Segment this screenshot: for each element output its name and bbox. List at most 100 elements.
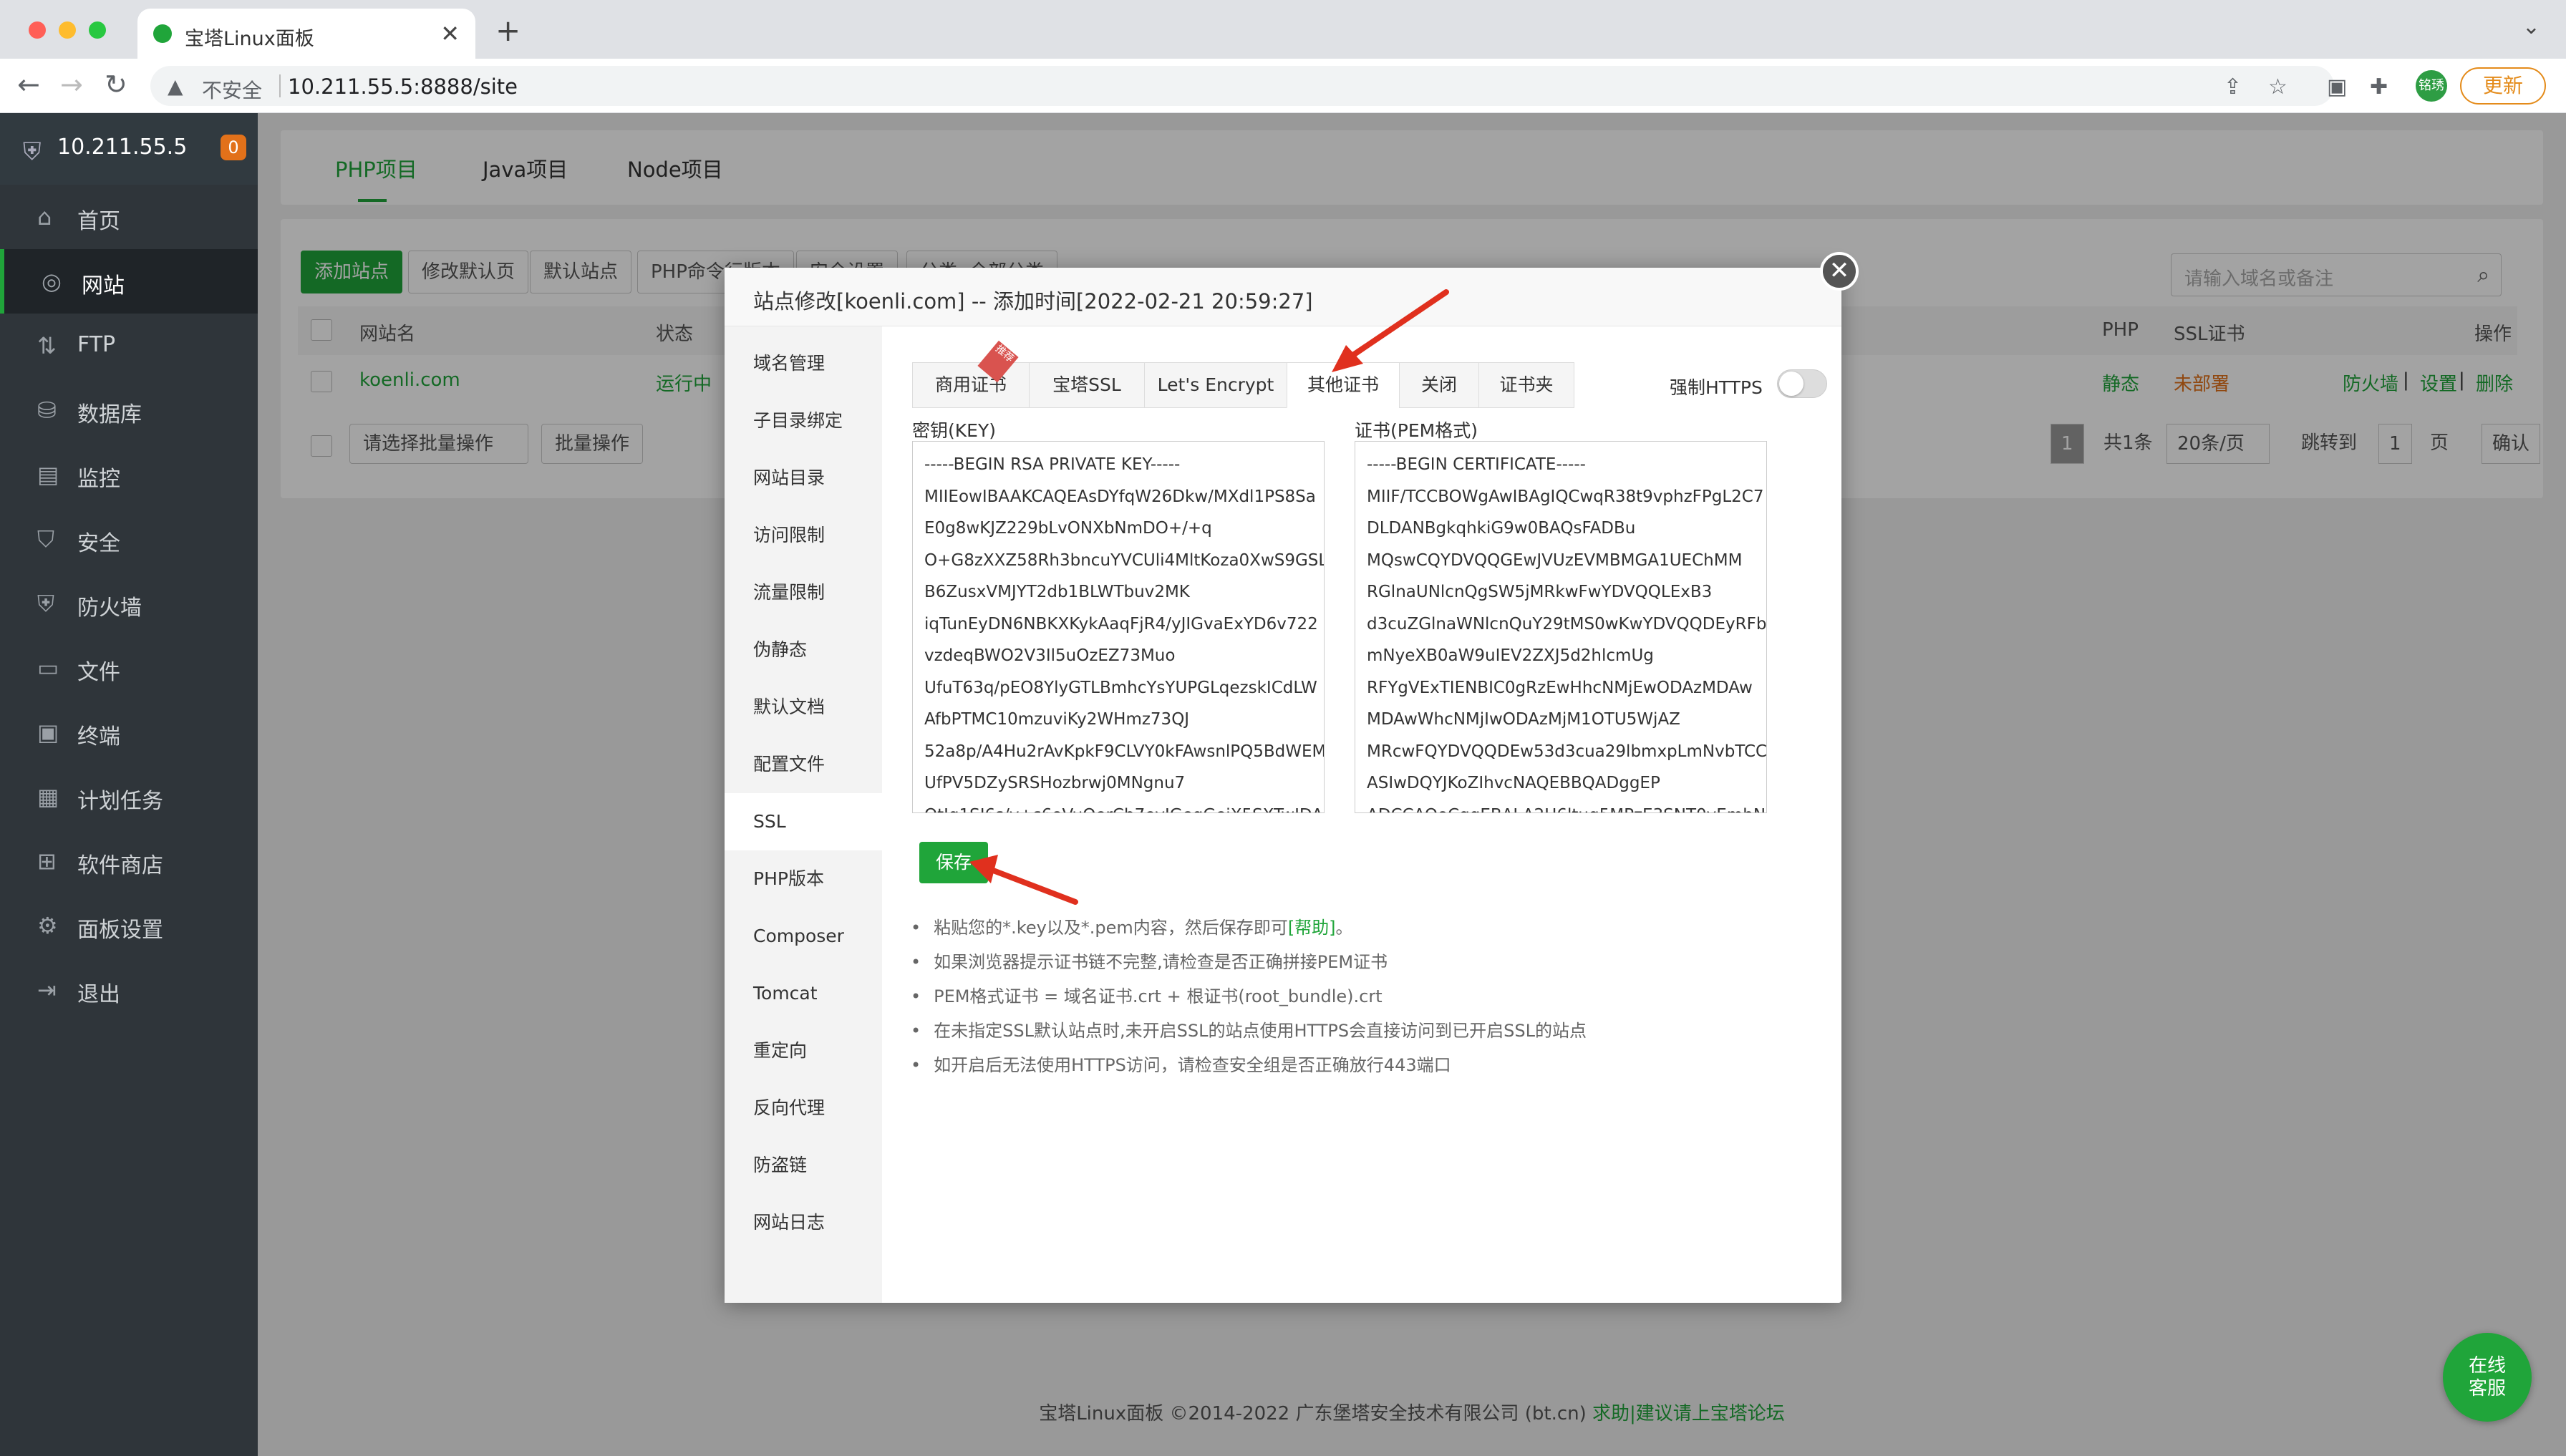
sidebar-item-store[interactable]: ⊞ 软件商店: [0, 829, 258, 893]
update-button[interactable]: 更新: [2460, 67, 2546, 105]
insecure-label[interactable]: 不安全: [202, 75, 262, 104]
sidebar-item-label: 面板设置: [77, 918, 163, 943]
browser-tab[interactable]: 宝塔Linux面板 ✕: [137, 9, 475, 59]
menu-composer[interactable]: Composer: [725, 908, 882, 965]
key-textarea[interactable]: -----BEGIN RSA PRIVATE KEY----- MIIEowIB…: [912, 441, 1325, 813]
url-text[interactable]: 10.211.55.5:8888/site: [288, 74, 518, 99]
menu-domains[interactable]: 域名管理: [725, 335, 882, 392]
bt-favicon-icon: [153, 24, 172, 43]
menu-redirect[interactable]: 重定向: [725, 1022, 882, 1079]
sidebar-item-label: 计划任务: [77, 789, 163, 814]
firewall-icon: ⛨: [37, 590, 55, 617]
shield-icon: ⛉: [37, 525, 55, 553]
browser-toolbar: ← → ↻ ▲ 不安全 10.211.55.5:8888/site ⇪ ☆ ▣ …: [0, 59, 2566, 113]
tab-commercial-cert[interactable]: 商用证书: [912, 362, 1030, 408]
sidebar-item-terminal[interactable]: ▣ 终端: [0, 700, 258, 765]
logout-icon: ⇥: [37, 976, 57, 1004]
puzzle-icon[interactable]: ✚: [2370, 74, 2388, 100]
tab-search-chevron-icon[interactable]: ⌄: [2522, 14, 2540, 39]
sidebar-item-label: 终端: [77, 724, 120, 749]
menu-reverse-proxy[interactable]: 反向代理: [725, 1079, 882, 1137]
modal-title-bar: 站点修改[koenli.com] -- 添加时间[2022-02-21 20:5…: [725, 268, 1841, 326]
force-https-label: 强制HTTPS: [1670, 377, 1763, 398]
ssl-panel: 商用证书 宝塔SSL Let's Encrypt 其他证书 关闭 证书夹 强制H…: [882, 326, 1841, 1303]
help-link[interactable]: [帮助]: [1288, 918, 1336, 938]
sidebar-item-monitor[interactable]: ▤ 监控: [0, 442, 258, 507]
site-edit-modal: 站点修改[koenli.com] -- 添加时间[2022-02-21 20:5…: [725, 268, 1841, 1303]
menu-subdir[interactable]: 子目录绑定: [725, 392, 882, 450]
tip-text-end: 。: [1335, 918, 1353, 938]
forward-button[interactable]: →: [60, 69, 83, 100]
sidebar-item-label: 首页: [77, 209, 120, 234]
online-service-button[interactable]: 在线 客服: [2443, 1333, 2532, 1422]
annotation-arrow-tab: [1332, 289, 1449, 372]
modal-menu: 域名管理 子目录绑定 网站目录 访问限制 流量限制 伪静态 默认文档 配置文件 …: [725, 326, 882, 1303]
menu-site-logs[interactable]: 网站日志: [725, 1194, 882, 1251]
reload-button[interactable]: ↻: [105, 69, 127, 100]
sidebar-item-label: 网站: [82, 273, 125, 299]
globe-icon: ◎: [42, 268, 62, 295]
menu-site-dir[interactable]: 网站目录: [725, 450, 882, 507]
back-button[interactable]: ←: [17, 69, 40, 100]
menu-config-file[interactable]: 配置文件: [725, 736, 882, 793]
tab-bt-ssl[interactable]: 宝塔SSL: [1029, 362, 1145, 408]
profile-avatar[interactable]: 铭琇: [2416, 70, 2447, 102]
bookmark-star-icon[interactable]: ☆: [2268, 74, 2287, 100]
home-icon: ⌂: [37, 203, 52, 230]
folder-icon: ▭: [37, 654, 59, 681]
sidebar-item-ftp[interactable]: ⇅ FTP: [0, 314, 258, 378]
terminal-icon: ▣: [37, 719, 59, 746]
address-bar[interactable]: ▲ 不安全 10.211.55.5:8888/site: [150, 66, 2334, 106]
database-icon: ⛁: [37, 397, 57, 424]
sidebar-item-firewall[interactable]: ⛨ 防火墙: [0, 571, 258, 636]
annotation-arrow-save: [969, 855, 1078, 905]
sidebar-item-security[interactable]: ⛉ 安全: [0, 507, 258, 571]
tip-item: 如果浏览器提示证书链不完整,请检查是否正确拼接PEM证书: [911, 945, 1813, 979]
menu-access-limit[interactable]: 访问限制: [725, 507, 882, 564]
share-icon[interactable]: ⇪: [2224, 74, 2242, 100]
menu-ssl[interactable]: SSL: [725, 793, 882, 850]
minimize-window-button[interactable]: [59, 21, 76, 39]
sidebar-item-label: 安全: [77, 531, 120, 556]
gear-icon: ⚙: [37, 912, 58, 939]
sidebar-item-settings[interactable]: ⚙ 面板设置: [0, 893, 258, 958]
server-header: ⛨ 10.211.55.5 0: [0, 113, 258, 185]
sidebar-item-cron[interactable]: ▦ 计划任务: [0, 765, 258, 829]
sidebar-item-logout[interactable]: ⇥ 退出: [0, 958, 258, 1022]
calendar-icon: ▦: [37, 783, 59, 810]
sidebar-item-label: 数据库: [77, 402, 142, 427]
tab-cert-folder[interactable]: 证书夹: [1478, 362, 1574, 408]
warning-icon: ▲: [168, 74, 183, 98]
sidebar-item-label: 监控: [77, 467, 120, 492]
cert-textarea[interactable]: -----BEGIN CERTIFICATE----- MIIF/TCCBOWg…: [1355, 441, 1767, 813]
tab-lets-encrypt[interactable]: Let's Encrypt: [1144, 362, 1287, 408]
extension-icon[interactable]: ▣: [2327, 74, 2347, 100]
close-icon[interactable]: ✕: [1820, 252, 1859, 291]
sidebar-item-label: 软件商店: [77, 853, 163, 878]
menu-php-version[interactable]: PHP版本: [725, 850, 882, 908]
tab-title: 宝塔Linux面板: [185, 28, 314, 50]
new-tab-button[interactable]: +: [495, 13, 521, 48]
close-window-button[interactable]: [29, 21, 46, 39]
sidebar-item-label: FTP: [77, 332, 116, 357]
menu-default-doc[interactable]: 默认文档: [725, 679, 882, 736]
tab-close-icon[interactable]: ✕: [440, 20, 460, 47]
tip-item: PEM格式证书 = 域名证书.crt + 根证书(root_bundle).cr…: [911, 979, 1813, 1014]
sidebar-item-home[interactable]: ⌂ 首页: [0, 185, 258, 249]
alert-badge[interactable]: 0: [221, 135, 246, 160]
menu-rewrite[interactable]: 伪静态: [725, 621, 882, 679]
sidebar-item-database[interactable]: ⛁ 数据库: [0, 378, 258, 442]
ssl-tips-list: 粘贴您的*.key以及*.pem内容，然后保存即可[帮助]。 如果浏览器提示证书…: [911, 911, 1813, 1082]
sidebar-item-label: 防火墙: [77, 596, 142, 621]
menu-hotlink[interactable]: 防盗链: [725, 1137, 882, 1194]
sidebar-item-website[interactable]: ◎ 网站: [0, 249, 258, 314]
tip-text: 粘贴您的*.key以及*.pem内容，然后保存即可: [934, 918, 1288, 938]
force-https-toggle[interactable]: [1777, 369, 1827, 398]
key-label: 密钥(KEY): [912, 420, 996, 441]
sidebar-item-label: 文件: [77, 660, 120, 685]
server-shield-icon: ⛨: [23, 137, 42, 166]
menu-traffic-limit[interactable]: 流量限制: [725, 564, 882, 621]
menu-tomcat[interactable]: Tomcat: [725, 965, 882, 1022]
maximize-window-button[interactable]: [89, 21, 106, 39]
sidebar-item-files[interactable]: ▭ 文件: [0, 636, 258, 700]
